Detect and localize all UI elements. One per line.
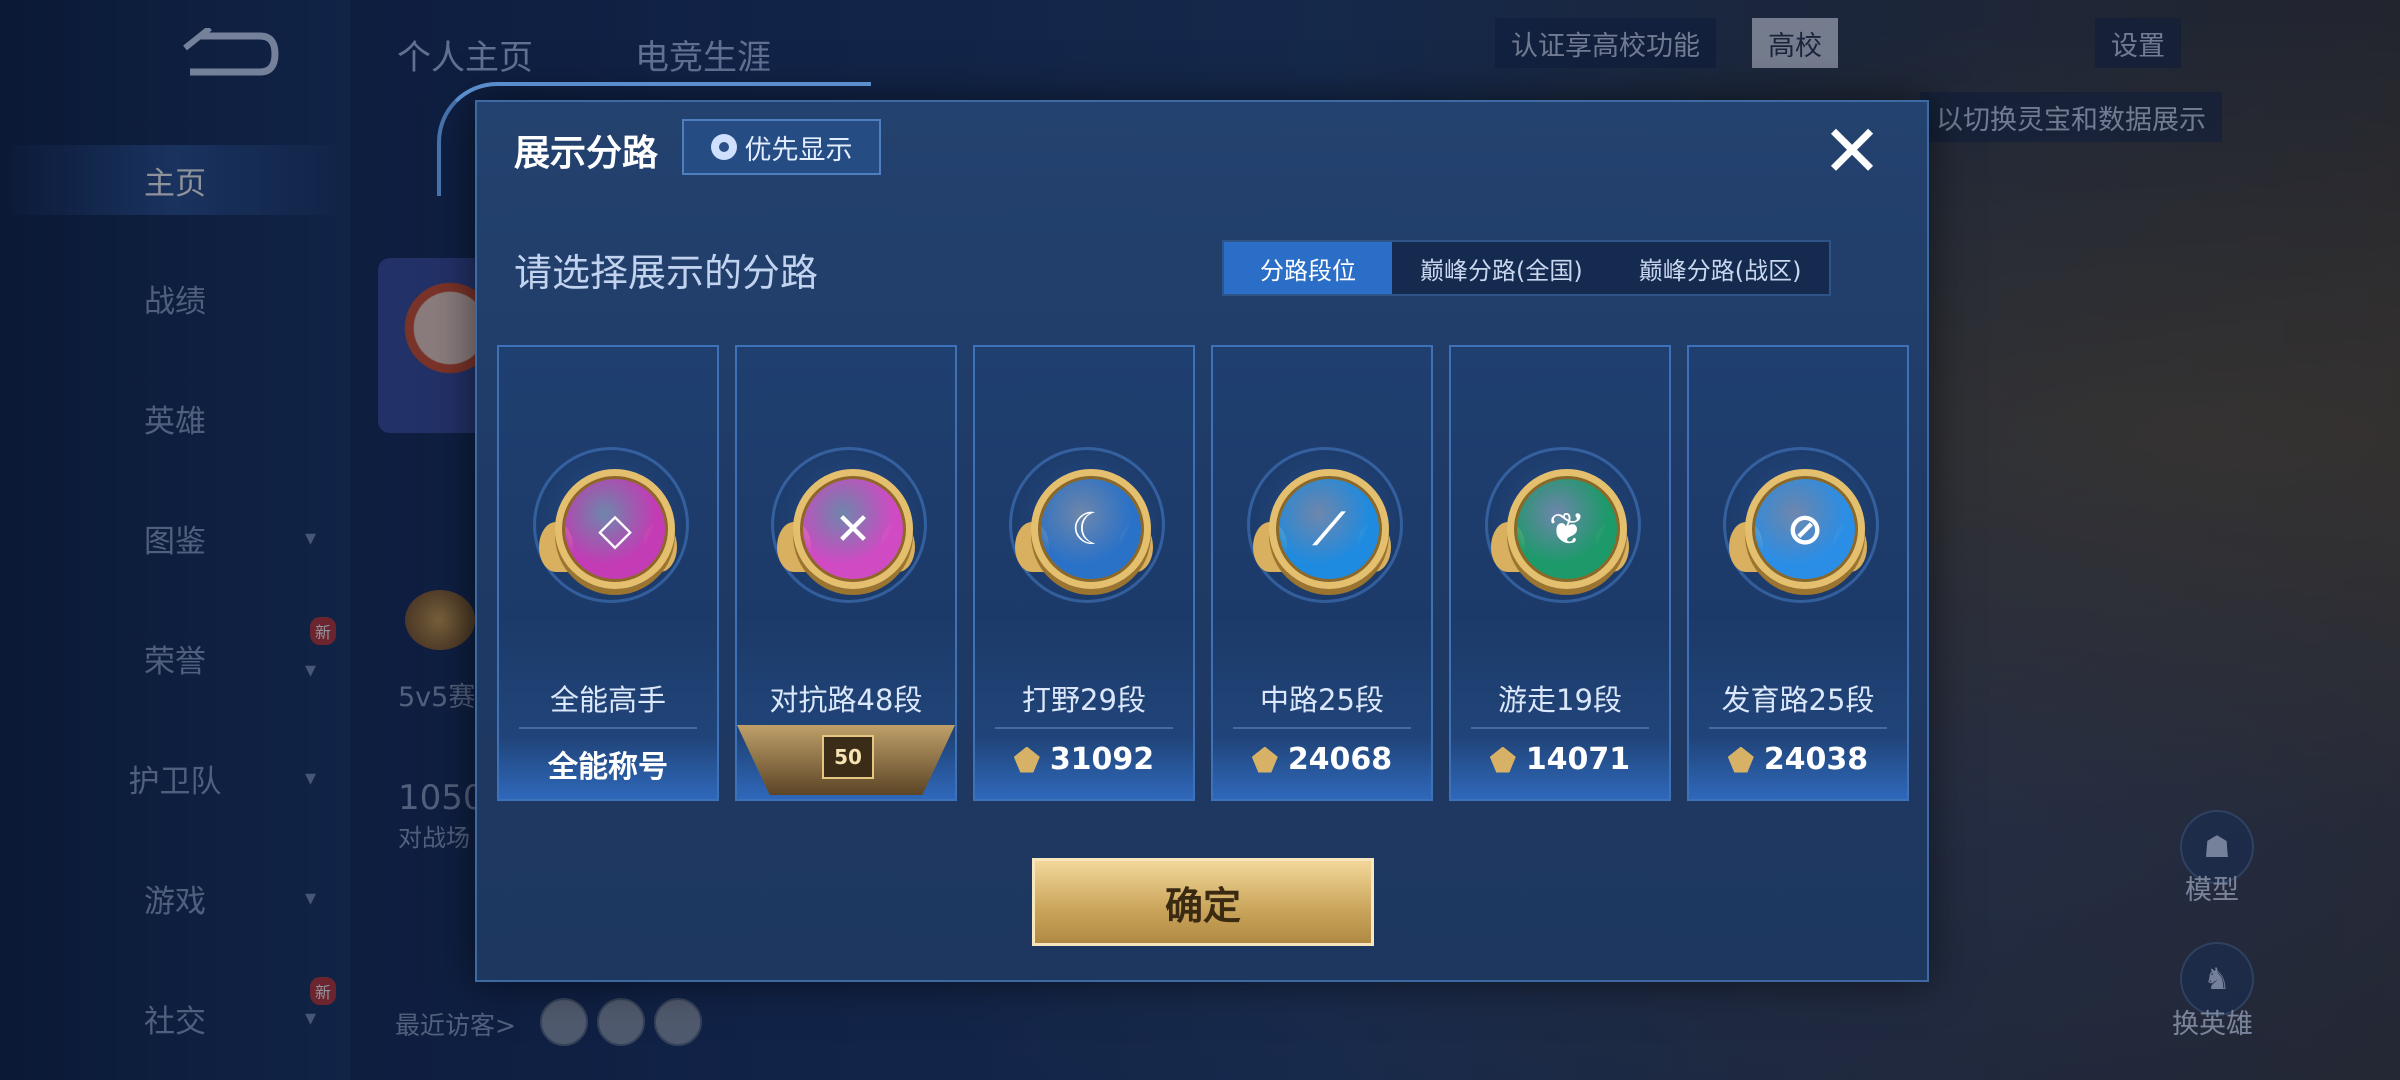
emblem-glyph: ✕ <box>834 503 872 555</box>
emblem-glyph: ☾ <box>1071 503 1111 555</box>
dialog-title: 展示分路 <box>514 133 659 174</box>
tab-peak-region[interactable]: 巅峰分路(战区) <box>1611 242 1830 294</box>
card-value: 24068 <box>1213 742 1431 777</box>
score-text: 24068 <box>1287 742 1393 777</box>
emblem-glyph: ❦ <box>1548 503 1586 555</box>
jungle-icon: ☾ <box>1031 469 1151 589</box>
gem-icon <box>1727 746 1754 773</box>
gem-icon <box>1013 746 1040 773</box>
card-label: 中路25段 <box>1260 683 1384 717</box>
card-value: 全能称号 <box>499 742 717 786</box>
emblem-glyph: ⟋ <box>1313 503 1345 555</box>
tab-peak-national[interactable]: 巅峰分路(全国) <box>1392 242 1611 294</box>
divider <box>1233 727 1411 729</box>
roam-icon: ❦ <box>1507 469 1627 589</box>
dialog-subtitle: 请选择展示的分路 <box>514 251 819 295</box>
farm-lane-icon: ⊘ <box>1745 469 1865 589</box>
mid-lane-icon: ⟋ <box>1269 469 1389 589</box>
tab-lane-rank[interactable]: 分路段位 <box>1224 242 1392 294</box>
divider <box>519 727 697 729</box>
confirm-button[interactable]: 确定 <box>1032 858 1374 946</box>
emblem-glyph: ⊘ <box>1786 503 1824 555</box>
divider <box>1471 727 1649 729</box>
score-text: 14071 <box>1525 742 1631 777</box>
card-value: 14071 <box>1451 742 1669 777</box>
lane-card-mid[interactable]: ⟋ 中路25段 24068 <box>1211 345 1433 801</box>
lane-card-farm[interactable]: ⊘ 发育路25段 24038 <box>1687 345 1909 801</box>
lane-card-all-round[interactable]: ◇ 全能高手 全能称号 <box>497 345 719 801</box>
lane-display-dialog: 展示分路 优先显示 ✕ 请选择展示的分路 分路段位 巅峰分路(全国) 巅峰分路(… <box>437 82 1929 982</box>
card-label: 游走19段 <box>1498 683 1622 717</box>
score-text: 24038 <box>1763 742 1869 777</box>
lane-cards: ◇ 全能高手 全能称号 ✕ 对抗路48段 50 ☾ 打野29段 31092 ⟋ … <box>497 345 1909 801</box>
gear-icon <box>710 134 737 160</box>
score-text: 31092 <box>1049 742 1155 777</box>
card-label: 打野29段 <box>1022 683 1146 717</box>
priority-label: 优先显示 <box>744 134 853 166</box>
segment-tabs: 分路段位 巅峰分路(全国) 巅峰分路(战区) <box>1222 240 1832 296</box>
card-label: 对抗路48段 <box>769 683 923 717</box>
title-text: 全能称号 <box>548 750 668 785</box>
card-value: 24038 <box>1689 742 1907 777</box>
card-label: 发育路25段 <box>1721 683 1875 717</box>
gem-icon <box>1489 746 1516 773</box>
lane-card-clash[interactable]: ✕ 对抗路48段 50 <box>735 345 957 801</box>
all-round-icon: ◇ <box>555 469 675 589</box>
clash-lane-icon: ✕ <box>793 469 913 589</box>
lane-card-jungle[interactable]: ☾ 打野29段 31092 <box>973 345 1195 801</box>
gem-icon <box>1251 746 1278 773</box>
close-button[interactable]: ✕ <box>1817 115 1887 187</box>
level-badge: 50 <box>822 735 874 779</box>
divider <box>1709 727 1887 729</box>
card-value: 31092 <box>975 742 1193 777</box>
divider <box>995 727 1173 729</box>
emblem-glyph: ◇ <box>598 503 632 555</box>
lane-card-roam[interactable]: ❦ 游走19段 14071 <box>1449 345 1671 801</box>
card-label: 全能高手 <box>549 683 666 717</box>
priority-display-button[interactable]: 优先显示 <box>682 119 881 175</box>
